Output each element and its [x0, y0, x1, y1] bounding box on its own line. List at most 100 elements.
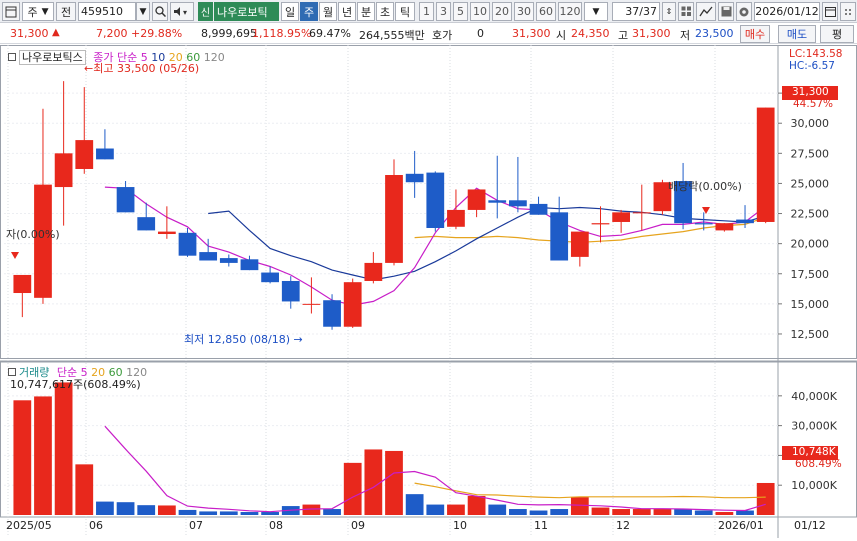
candle-body-5 — [116, 187, 135, 213]
tab-second[interactable]: 초 — [376, 2, 394, 21]
x-label-6: 11 — [534, 519, 548, 532]
candle-body-10 — [219, 258, 238, 263]
gear-icon[interactable] — [736, 2, 752, 21]
candle-body-27 — [570, 231, 589, 257]
new-listing-badge-label: 신 — [200, 8, 211, 19]
candle-body-33 — [694, 223, 713, 225]
interval-1[interactable]: 1 — [419, 2, 434, 21]
x-label-right: 01/12 — [794, 519, 826, 532]
sell-button[interactable]: 매도 — [778, 25, 816, 43]
high-annotation: ←최고 33,500 (05/26) — [84, 60, 199, 76]
volume-ratio: 69.47% — [309, 27, 351, 40]
calendar-icon[interactable] — [822, 2, 838, 21]
tab-tick[interactable]: 틱 — [395, 2, 415, 21]
candle-body-17 — [364, 262, 383, 281]
open-label: 시 — [556, 29, 567, 42]
price-change: 7,200 — [96, 27, 128, 40]
candle-body-15 — [323, 300, 341, 327]
buy-button[interactable]: 매수 — [740, 25, 770, 43]
period-select[interactable]: 주 ▼ — [22, 2, 54, 21]
volume-bar-25 — [529, 510, 548, 515]
interval-60[interactable]: 60 — [536, 2, 556, 21]
interval-30[interactable]: 30 — [514, 2, 534, 21]
high-annotation-text: 최고 33,500 (05/26) — [93, 62, 200, 75]
tab-day-label: 일 — [284, 5, 296, 19]
volume-bar-26 — [550, 509, 569, 515]
x-label-3: 08 — [269, 519, 283, 532]
date-input[interactable]: 2026/01/12 — [754, 2, 820, 21]
volume-tick-label-0: 40,000K — [791, 390, 837, 403]
layout-icon[interactable] — [2, 2, 20, 21]
code-input[interactable]: 459510 — [78, 2, 136, 21]
interval-3[interactable]: 3 — [436, 2, 451, 21]
volume-bar-22 — [467, 495, 486, 515]
interval-10[interactable]: 10 — [470, 2, 490, 21]
volume-bar-21 — [447, 504, 465, 515]
tab-tick-label: 틱 — [399, 5, 411, 19]
scroll-arrows-icon[interactable]: ⇕ — [662, 2, 676, 21]
volume-bar-4 — [96, 501, 114, 515]
tab-minute[interactable]: 분 — [357, 2, 375, 21]
chart-area[interactable]: 32,50030,00027,50025,00022,50020,00017,5… — [0, 45, 857, 538]
toolbar: 주 ▼ 전 459510 ▼ ▾ 신 나우로보틱 일 주 월 년 분 초 틱 1 … — [0, 0, 857, 23]
tab-month[interactable]: 월 — [319, 2, 337, 21]
volume-bar-23 — [488, 504, 507, 515]
candle-body-36 — [756, 107, 775, 222]
lc-label: LC:143.58 — [789, 48, 843, 60]
code-dropdown-chevron-icon[interactable]: ▼ — [136, 2, 150, 21]
interval-60-label: 60 — [539, 5, 553, 18]
price-tick-label-3: 25,000 — [791, 177, 830, 190]
open-value: 24,350 — [571, 27, 610, 40]
interval-5[interactable]: 5 — [453, 2, 468, 21]
candle-body-14 — [302, 303, 321, 305]
tab-year[interactable]: 년 — [338, 2, 356, 21]
volume-bar-19 — [405, 494, 424, 515]
price-change-pct: +29.88% — [131, 27, 183, 40]
chart-tools-icon[interactable] — [696, 2, 716, 21]
stock-chart[interactable]: 32,50030,00027,50025,00022,50020,00017,5… — [0, 45, 857, 538]
interval-20[interactable]: 20 — [492, 2, 512, 21]
dividend-annotation: 배당락(0.00%) — [668, 180, 742, 193]
speaker-icon[interactable]: ▾ — [170, 2, 194, 21]
interval-10-label: 10 — [473, 5, 487, 18]
volume-bar-33 — [694, 510, 713, 515]
x-label-0: 2025/05 — [6, 519, 52, 532]
panel-box-icon[interactable] — [8, 53, 16, 61]
volume-bar-24 — [509, 509, 527, 515]
trade-amount: 264,555백만 — [359, 29, 425, 42]
x-label-8: 2026/01 — [718, 519, 764, 532]
ma20-line — [414, 216, 766, 244]
candle-body-0 — [13, 274, 32, 294]
flat-button[interactable]: 평 — [820, 25, 854, 43]
panel-box-icon[interactable] — [8, 368, 16, 376]
volume-ma5-line — [104, 425, 766, 513]
volume-bar-35 — [736, 510, 754, 515]
volume-bar-8 — [178, 509, 197, 515]
hc-label: HC:-6.57 — [789, 60, 835, 72]
candle-body-34 — [715, 223, 734, 231]
volume-bar-18 — [385, 450, 403, 515]
x-label-5: 10 — [453, 519, 467, 532]
candle-body-28 — [591, 223, 610, 225]
candle-body-16 — [343, 282, 362, 327]
stock-name[interactable]: 나우로보틱 — [214, 2, 279, 21]
volume-tick-label-1: 30,000K — [791, 420, 837, 433]
tab-week[interactable]: 주 — [300, 2, 318, 21]
dividend-arrow-down-icon — [702, 207, 710, 214]
grid-icon[interactable] — [678, 2, 694, 21]
tab-second-label: 초 — [379, 5, 391, 19]
arrow-right-icon: → — [293, 333, 303, 346]
search-icon[interactable] — [152, 2, 168, 21]
candle-body-18 — [385, 175, 403, 263]
interval-dropdown[interactable]: ▼ — [584, 2, 608, 21]
tab-day[interactable]: 일 — [281, 2, 299, 21]
grip-icon[interactable] — [840, 2, 856, 21]
candle-body-19 — [405, 173, 424, 183]
candle-body-3 — [75, 140, 94, 169]
save-icon[interactable] — [718, 2, 734, 21]
volume-bar-16 — [343, 462, 362, 515]
prev-button[interactable]: 전 — [56, 2, 76, 21]
low-value: 23,500 — [695, 27, 734, 40]
interval-120[interactable]: 120 — [558, 2, 582, 21]
tab-year-label: 년 — [341, 5, 353, 19]
